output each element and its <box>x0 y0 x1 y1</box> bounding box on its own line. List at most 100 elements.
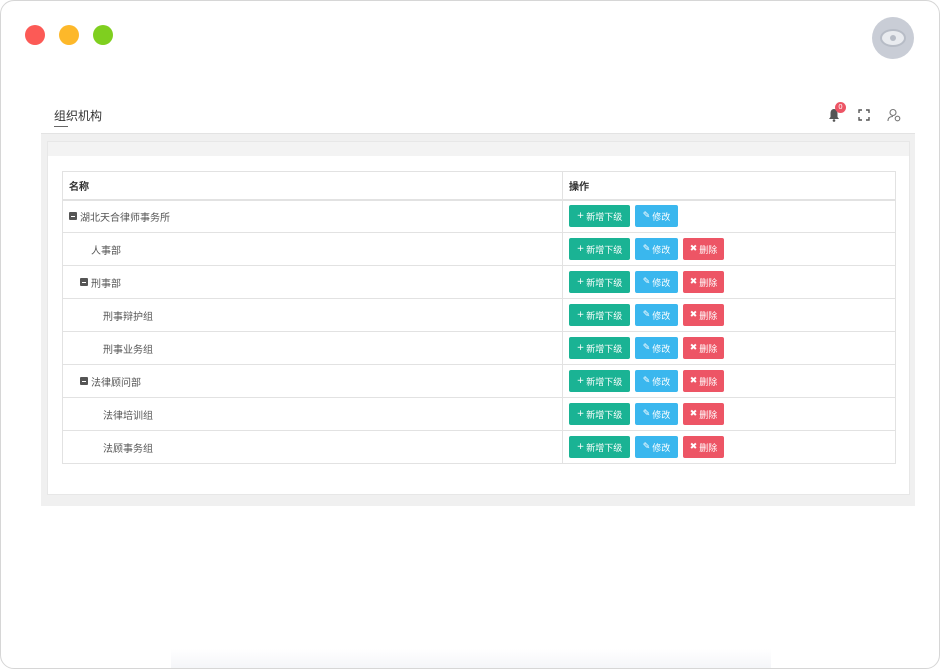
edit-button-label: 修改 <box>652 377 671 388</box>
edit-button[interactable]: ✎ 修改 <box>635 403 678 425</box>
edit-button[interactable]: ✎ 修改 <box>635 271 678 293</box>
delete-button[interactable]: ✖ 删除 <box>683 304 724 326</box>
eye-icon <box>880 29 906 47</box>
org-name-label: 法律培训组 <box>103 410 153 422</box>
delete-button-label: 删除 <box>699 377 718 388</box>
edit-button-label: 修改 <box>652 245 671 256</box>
plus-icon: + <box>576 409 585 419</box>
table-row: 法律顾问部 + 新增下级 ✎ 修改 ✖ 删除 <box>62 364 896 398</box>
action-buttons: + 新增下级 ✎ 修改 ✖ 删除 <box>569 436 889 458</box>
org-name-cell: 湖北天合律师事务所 <box>62 199 563 233</box>
org-name-label: 湖北天合律师事务所 <box>80 212 170 224</box>
tree-node: 法律顾问部 <box>69 374 141 389</box>
avatar[interactable] <box>872 17 914 59</box>
delete-icon: ✖ <box>689 409 698 419</box>
delete-button[interactable]: ✖ 删除 <box>683 370 724 392</box>
org-name-label: 刑事业务组 <box>103 344 153 356</box>
collapse-toggle-icon[interactable] <box>69 212 77 221</box>
edit-button[interactable]: ✎ 修改 <box>635 238 678 260</box>
panel-header-strip <box>48 142 909 156</box>
edit-icon: ✎ <box>642 409 651 419</box>
add-child-button[interactable]: + 新增下级 <box>569 337 630 359</box>
delete-button[interactable]: ✖ 删除 <box>683 271 724 293</box>
add-child-button-label: 新增下级 <box>586 443 623 454</box>
action-buttons: + 新增下级 ✎ 修改 ✖ 删除 <box>569 238 889 260</box>
delete-button[interactable]: ✖ 删除 <box>683 436 724 458</box>
edit-icon: ✎ <box>642 442 651 452</box>
table-row: 刑事业务组 + 新增下级 ✎ 修改 ✖ 删除 <box>62 331 896 365</box>
edit-button-label: 修改 <box>652 212 671 223</box>
delete-icon: ✖ <box>689 376 698 386</box>
user-settings-icon[interactable] <box>887 108 901 122</box>
delete-button[interactable]: ✖ 删除 <box>683 238 724 260</box>
actions-cell: + 新增下级 ✎ 修改 ✖ 删除 <box>562 232 896 266</box>
edit-button[interactable]: ✎ 修改 <box>635 337 678 359</box>
plus-icon: + <box>576 277 585 287</box>
tree-node: 人事部 <box>69 242 121 257</box>
plus-icon: + <box>576 376 585 386</box>
edit-icon: ✎ <box>642 244 651 254</box>
org-name-label: 人事部 <box>91 245 121 257</box>
tree-node: 刑事辩护组 <box>69 308 153 323</box>
tree-node: 法顾事务组 <box>69 440 153 455</box>
plus-icon: + <box>576 442 585 452</box>
table-row: 法顾事务组 + 新增下级 ✎ 修改 ✖ 删除 <box>62 430 896 464</box>
table-row: 湖北天合律师事务所 + 新增下级 ✎ 修改 <box>62 199 896 233</box>
top-bar: 组织机构 0 <box>41 99 915 134</box>
edit-button[interactable]: ✎ 修改 <box>635 304 678 326</box>
add-child-button[interactable]: + 新增下级 <box>569 370 630 392</box>
org-name-cell: 刑事辩护组 <box>62 298 563 332</box>
org-name-cell: 法律培训组 <box>62 397 563 431</box>
delete-button-label: 删除 <box>699 410 718 421</box>
edit-icon: ✎ <box>642 376 651 386</box>
edit-button[interactable]: ✎ 修改 <box>635 370 678 392</box>
notification-badge: 0 <box>835 102 846 113</box>
delete-icon: ✖ <box>689 442 698 452</box>
edit-icon: ✎ <box>642 343 651 353</box>
action-buttons: + 新增下级 ✎ 修改 ✖ 删除 <box>569 370 889 392</box>
add-child-button[interactable]: + 新增下级 <box>569 238 630 260</box>
collapse-toggle-icon[interactable] <box>80 278 88 286</box>
actions-cell: + 新增下级 ✎ 修改 ✖ 删除 <box>562 298 896 332</box>
minimize-window-button[interactable] <box>59 25 79 45</box>
edit-button-label: 修改 <box>652 344 671 355</box>
delete-button-label: 删除 <box>699 245 718 256</box>
org-name-label: 刑事辩护组 <box>103 311 153 323</box>
delete-button-label: 删除 <box>699 344 718 355</box>
actions-cell: + 新增下级 ✎ 修改 ✖ 删除 <box>562 331 896 365</box>
organization-panel: 名称 操作 湖北天合律师事务所 + 新增下级 ✎ 修改 人事部 + 新增下级 ✎ 修改 ✖ 删除 刑事部… <box>47 141 910 495</box>
page-tab-organization[interactable]: 组织机构 <box>54 107 102 124</box>
delete-icon: ✖ <box>689 310 698 320</box>
plus-icon: + <box>576 244 585 254</box>
tree-node: 法律培训组 <box>69 407 153 422</box>
column-header-name: 名称 <box>62 171 563 201</box>
add-child-button-label: 新增下级 <box>586 278 623 289</box>
edit-button[interactable]: ✎ 修改 <box>635 436 678 458</box>
org-name-label: 法律顾问部 <box>91 377 141 389</box>
delete-button[interactable]: ✖ 删除 <box>683 403 724 425</box>
table-header-row: 名称 操作 <box>62 171 896 201</box>
add-child-button[interactable]: + 新增下级 <box>569 403 630 425</box>
edit-icon: ✎ <box>642 277 651 287</box>
fullscreen-icon[interactable] <box>858 109 870 121</box>
delete-button[interactable]: ✖ 删除 <box>683 337 724 359</box>
action-buttons: + 新增下级 ✎ 修改 ✖ 删除 <box>569 403 889 425</box>
edit-button[interactable]: ✎ 修改 <box>635 205 678 228</box>
add-child-button[interactable]: + 新增下级 <box>569 436 630 458</box>
tree-node: 刑事业务组 <box>69 341 153 356</box>
delete-button-label: 删除 <box>699 311 718 322</box>
add-child-button[interactable]: + 新增下级 <box>569 304 630 326</box>
tree-node: 湖北天合律师事务所 <box>69 209 170 224</box>
add-child-button[interactable]: + 新增下级 <box>569 271 630 293</box>
app-window: 组织机构 0 名称 操作 湖北天合律师事务所 + 新增下级 ✎ 修改 人事部 +… <box>0 0 940 669</box>
actions-cell: + 新增下级 ✎ 修改 ✖ 删除 <box>562 364 896 398</box>
add-child-button-label: 新增下级 <box>586 344 623 355</box>
collapse-toggle-icon[interactable] <box>80 377 88 385</box>
organization-tree-table: 名称 操作 湖北天合律师事务所 + 新增下级 ✎ 修改 人事部 + 新增下级 ✎ 修改 ✖ 删除 刑事部… <box>62 171 896 464</box>
add-child-button[interactable]: + 新增下级 <box>569 205 630 228</box>
org-name-cell: 法律顾问部 <box>62 364 563 398</box>
org-name-cell: 人事部 <box>62 232 563 266</box>
close-window-button[interactable] <box>25 25 45 45</box>
action-buttons: + 新增下级 ✎ 修改 <box>569 205 889 228</box>
maximize-window-button[interactable] <box>93 25 113 45</box>
